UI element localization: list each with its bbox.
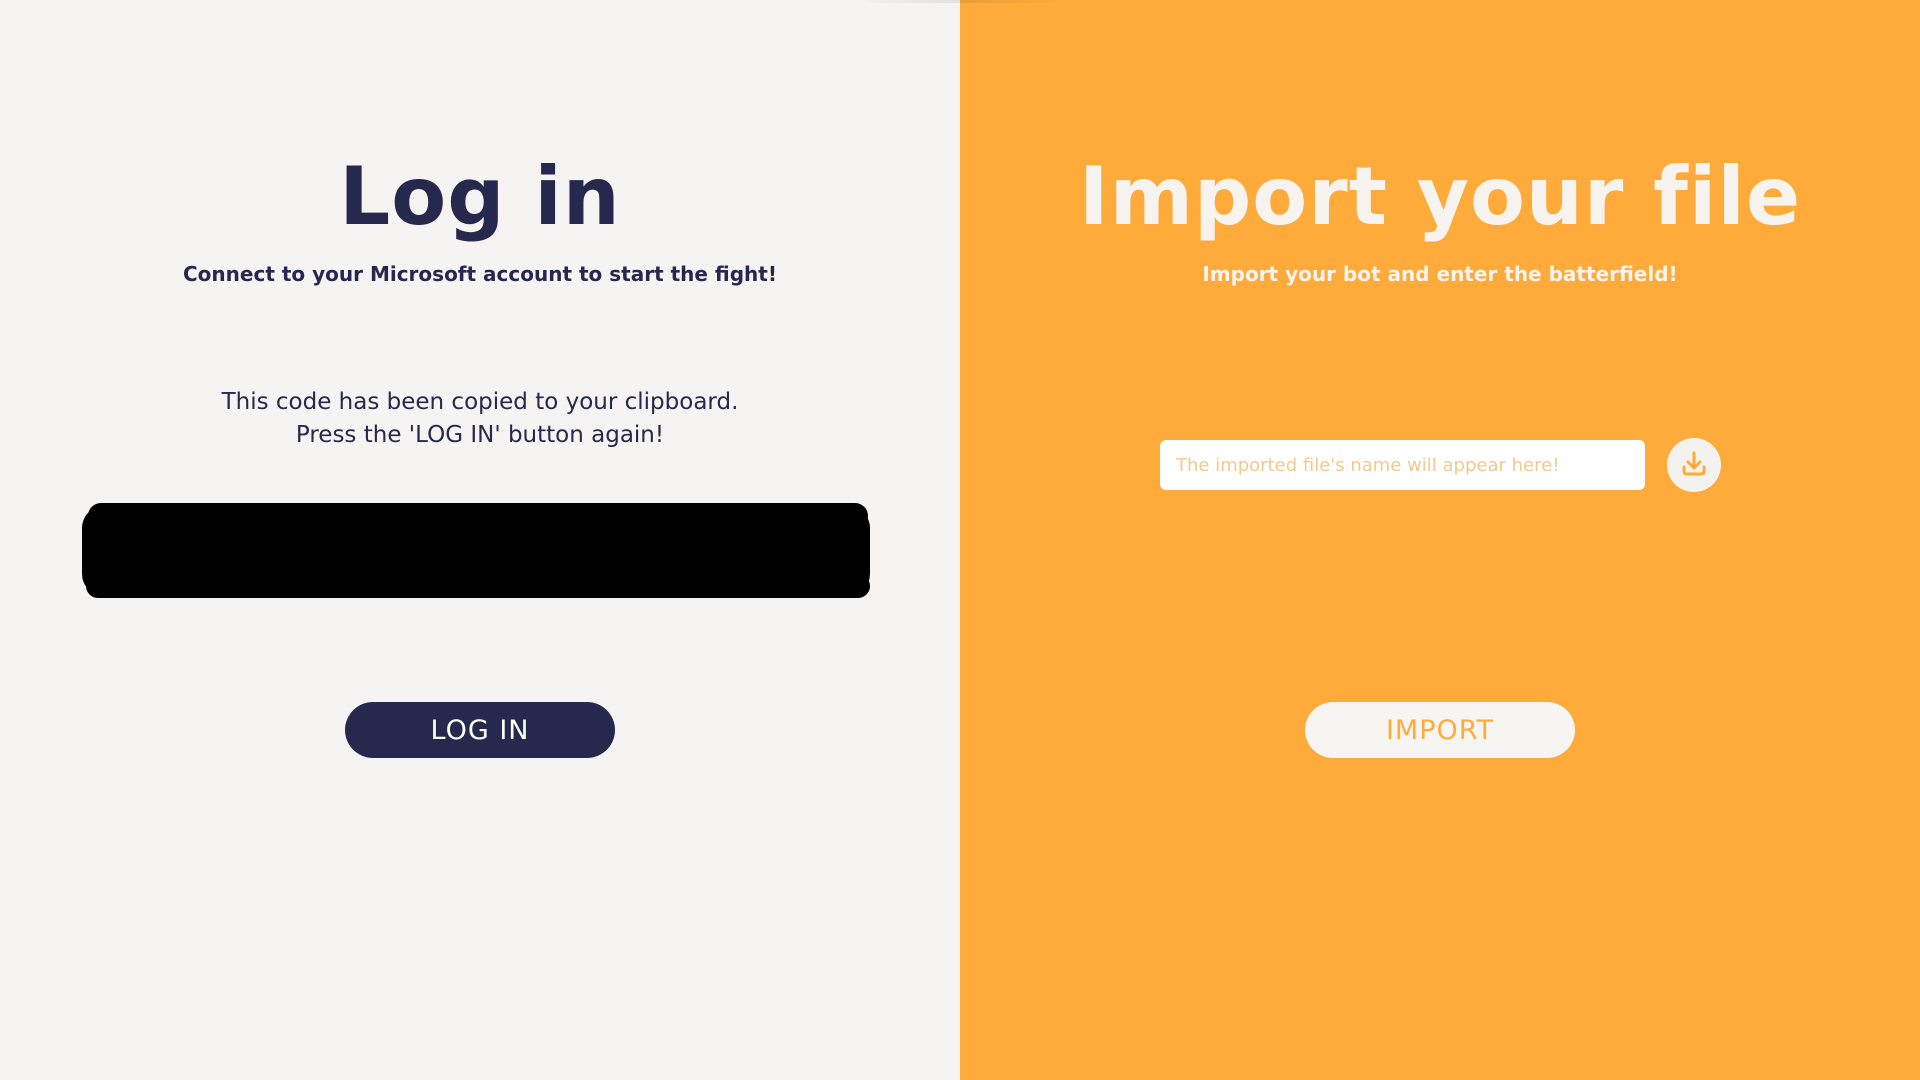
clipboard-info-line-1: This code has been copied to your clipbo… [221, 389, 739, 415]
clipboard-info: This code has been copied to your clipbo… [0, 386, 960, 452]
login-panel: Log in Connect to your Microsoft account… [0, 0, 960, 1080]
import-title: Import your file [1078, 150, 1802, 243]
redaction-mark [86, 574, 870, 598]
top-edge-shadow [850, 0, 1070, 3]
file-name-input[interactable] [1160, 440, 1645, 490]
import-button[interactable]: IMPORT [1305, 702, 1575, 758]
login-import-page: Log in Connect to your Microsoft account… [0, 0, 1920, 1080]
login-subtitle: Connect to your Microsoft account to sta… [183, 262, 777, 286]
import-subtitle: Import your bot and enter the batterfiel… [1202, 262, 1678, 286]
login-title: Log in [339, 150, 621, 243]
browse-file-button[interactable] [1667, 438, 1721, 492]
download-icon [1679, 449, 1709, 482]
login-button[interactable]: LOG IN [345, 702, 615, 758]
import-panel: Import your file Import your bot and ent… [960, 0, 1920, 1080]
clipboard-info-line-2: Press the 'LOG IN' button again! [295, 422, 665, 448]
